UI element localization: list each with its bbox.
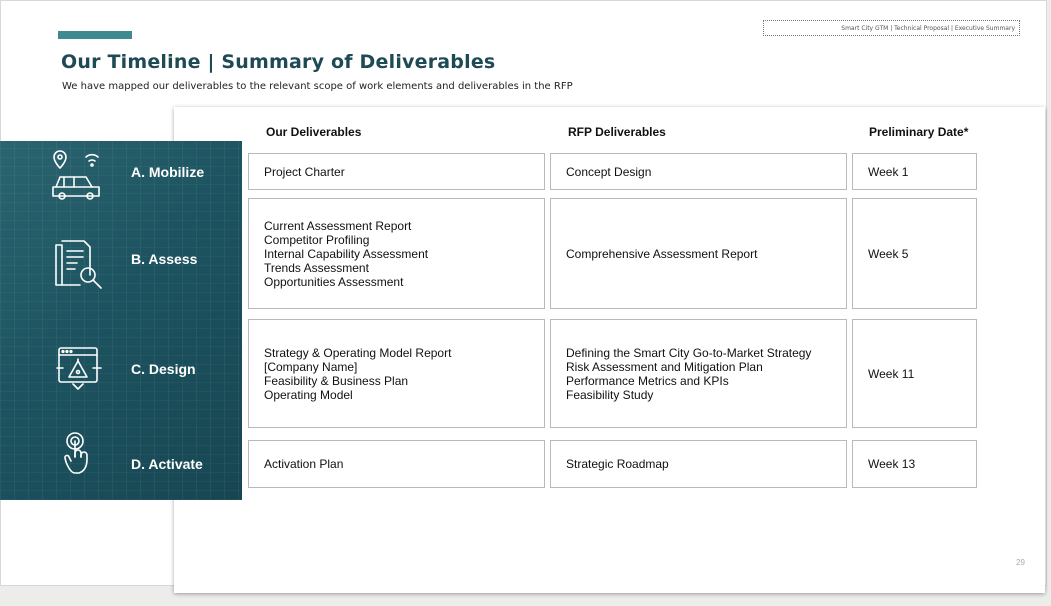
our-deliverables-cell-activate: Activation Plan (248, 440, 545, 488)
column-header-preliminary-date: Preliminary Date* (869, 125, 969, 139)
column-header-our-deliverables: Our Deliverables (266, 125, 362, 139)
deliverable-line: [Company Name] (264, 359, 358, 374)
deliverable-line: Strategy & Operating Model Report (264, 345, 452, 360)
date-value: Week 1 (868, 164, 909, 179)
phase-label-activate: D. Activate (131, 456, 203, 472)
rfp-deliverables-cell-activate: Strategic Roadmap (550, 440, 847, 488)
deliverable-line: Project Charter (264, 164, 345, 179)
deliverable-line: Opportunities Assessment (264, 274, 404, 289)
page-number: 29 (1016, 558, 1025, 567)
phase-band (0, 141, 242, 500)
rfp-deliverables-cell-design: Defining the Smart City Go-to-Market Str… (550, 319, 847, 428)
deliverable-line: Risk Assessment and Mitigation Plan (566, 359, 763, 374)
deliverable-line: Internal Capability Assessment (264, 246, 429, 261)
page-title: Our Timeline | Summary of Deliverables (61, 51, 496, 73)
deliverable-line: Operating Model (264, 387, 353, 402)
header-tag: Smart City GTM | Technical Proposal | Ex… (763, 20, 1020, 36)
our-deliverables-cell-design: Strategy & Operating Model Report [Compa… (248, 319, 545, 428)
phase-label-assess: B. Assess (131, 251, 198, 267)
our-deliverables-cell-mobilize: Project Charter (248, 153, 545, 190)
date-cell-activate: Week 13 (852, 440, 977, 488)
our-deliverables-cell-assess: Current Assessment Report Competitor Pro… (248, 198, 545, 309)
date-value: Week 13 (868, 457, 916, 471)
deliverable-line: Defining the Smart City Go-to-Market Str… (566, 345, 812, 360)
deliverable-line: Trends Assessment (264, 260, 369, 275)
date-value: Week 11 (868, 366, 915, 381)
column-header-rfp-deliverables: RFP Deliverables (568, 125, 666, 139)
deliverable-line: Strategic Roadmap (566, 457, 669, 471)
deliverable-line: Concept Design (566, 164, 652, 179)
design-window-icon (56, 347, 102, 390)
deliverable-line: Performance Metrics and KPIs (566, 373, 729, 388)
page-subtitle: We have mapped our deliverables to the r… (62, 81, 573, 92)
deliverable-line: Activation Plan (264, 457, 344, 471)
document-search-icon (55, 240, 102, 289)
phase-label-mobilize: A. Mobilize (131, 164, 205, 180)
deliverable-line: Feasibility & Business Plan (264, 373, 409, 388)
touch-hand-icon (64, 432, 88, 474)
rfp-deliverables-cell-mobilize: Concept Design (550, 153, 847, 190)
date-cell-assess: Week 5 (852, 198, 977, 309)
car-location-icon (52, 150, 100, 200)
deliverable-line: Current Assessment Report (264, 218, 412, 233)
date-cell-design: Week 11 (852, 319, 977, 428)
deliverable-line: Competitor Profiling (264, 232, 370, 247)
deliverable-line: Comprehensive Assessment Report (566, 246, 758, 261)
date-value: Week 5 (868, 246, 909, 261)
deliverable-line: Feasibility Study (566, 387, 654, 402)
rfp-deliverables-cell-assess: Comprehensive Assessment Report (550, 198, 847, 309)
date-cell-mobilize: Week 1 (852, 153, 977, 190)
phase-label-design: C. Design (131, 361, 196, 377)
title-accent-bar (58, 31, 132, 39)
